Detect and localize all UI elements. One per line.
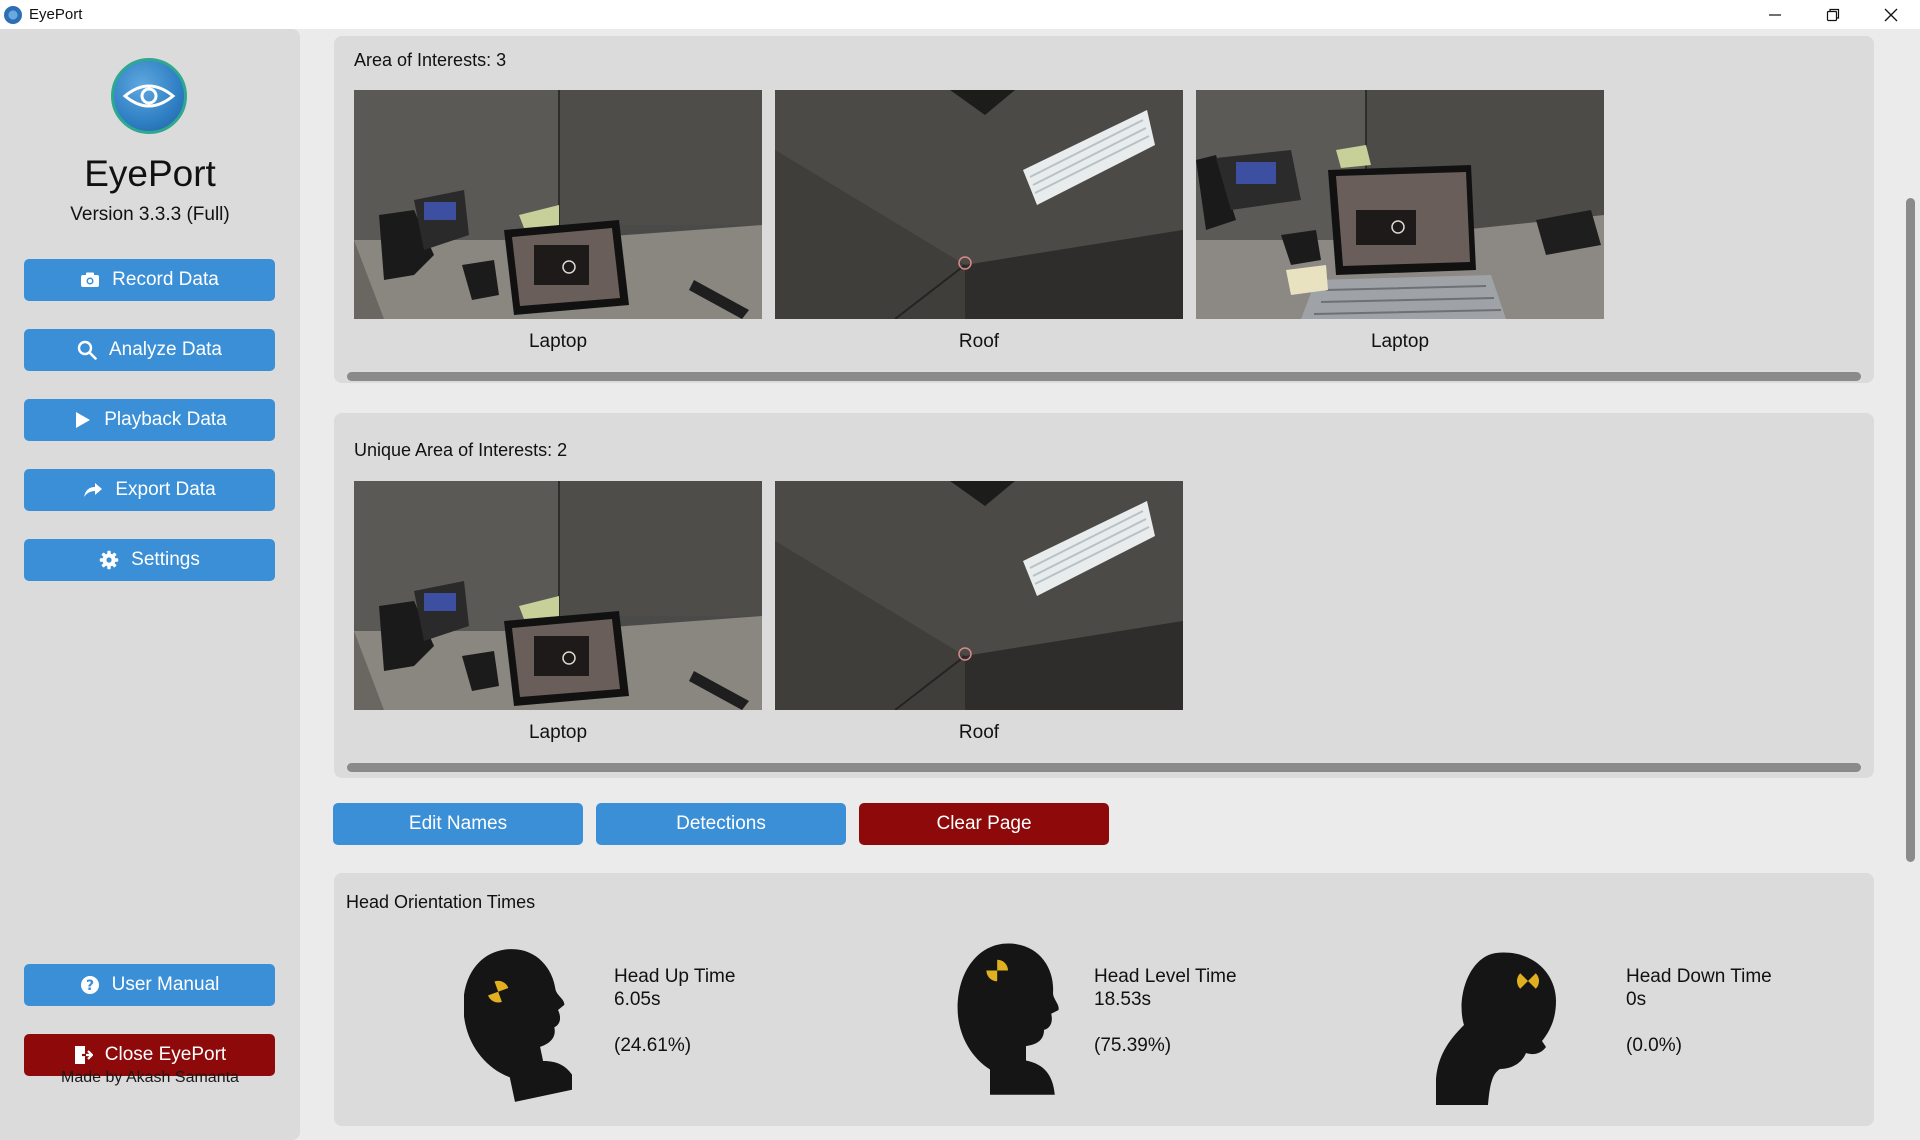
record-data-label: Record Data <box>112 269 219 290</box>
user-manual-button[interactable]: ? User Manual <box>24 964 275 1006</box>
settings-button[interactable]: Settings <box>24 539 275 581</box>
aoi-label: Laptop <box>528 331 588 352</box>
head-down-time: 0s <box>1626 989 1647 1010</box>
unique-aoi-image <box>354 481 762 710</box>
help-icon: ? <box>80 976 99 994</box>
head-up-percent: (24.61%) <box>614 1035 692 1056</box>
close-eyeport-label: Close EyePort <box>104 1044 227 1065</box>
window-title: EyePort <box>29 6 83 23</box>
camera-icon <box>81 272 100 287</box>
unique-aoi-thumbnail[interactable] <box>775 481 1183 710</box>
app-icon <box>4 5 22 24</box>
aoi-panel: Area of Interests: 3 Laptop Roof Laptop <box>334 36 1874 383</box>
head-orientation-title: Head Orientation Times <box>346 892 536 912</box>
unique-aoi-label: Laptop <box>528 722 588 743</box>
head-level-percent: (75.39%) <box>1094 1035 1172 1056</box>
head-level-icon <box>957 943 1059 1095</box>
head-down-icon <box>1436 952 1556 1105</box>
export-data-label: Export Data <box>115 479 216 500</box>
clear-page-button[interactable]: Clear Page <box>859 803 1109 845</box>
svg-text:?: ? <box>86 978 94 994</box>
aoi-label: Roof <box>958 331 1000 352</box>
aoi-image <box>775 90 1183 319</box>
unique-aoi-horizontal-scrollbar[interactable] <box>347 763 1861 772</box>
export-data-button[interactable]: Export Data <box>24 469 275 511</box>
gear-icon <box>99 550 119 570</box>
eye-logo-icon <box>111 58 187 134</box>
head-down-label: Head Down Time <box>1626 966 1772 987</box>
head-up-label: Head Up Time <box>614 966 736 987</box>
unique-aoi-title: Unique Area of Interests: 2 <box>354 440 568 460</box>
aoi-label: Laptop <box>1370 331 1430 352</box>
unique-aoi-label: Roof <box>958 722 1000 743</box>
head-up-icon <box>464 945 572 1105</box>
app-version: Version 3.3.3 (Full) <box>70 204 230 225</box>
analyze-data-label: Analyze Data <box>108 339 222 360</box>
app-name: EyePort <box>84 153 216 194</box>
close-button[interactable] <box>1862 0 1920 29</box>
search-icon <box>77 340 97 360</box>
main-vertical-scrollbar[interactable] <box>1906 198 1915 862</box>
head-down-percent: (0.0%) <box>1626 1035 1682 1056</box>
aoi-thumbnail[interactable] <box>354 90 762 319</box>
head-orientation-panel: Head Orientation Times Head Up Time 6.05… <box>334 873 1874 1126</box>
minimize-button[interactable] <box>1746 0 1804 29</box>
unique-aoi-image <box>775 481 1183 710</box>
unique-aoi-thumbnail[interactable] <box>354 481 762 710</box>
head-level-time: 18.53s <box>1094 989 1152 1010</box>
close-icon <box>1884 8 1898 21</box>
window-controls <box>1746 0 1920 29</box>
sidebar: EyePort Version 3.3.3 (Full) Record Data… <box>0 29 300 1140</box>
record-data-button[interactable]: Record Data <box>24 259 275 301</box>
exit-icon <box>74 1046 93 1064</box>
head-up-time: 6.05s <box>614 989 661 1010</box>
settings-label: Settings <box>131 549 200 570</box>
aoi-horizontal-scrollbar[interactable] <box>347 372 1861 381</box>
aoi-image <box>1196 90 1604 319</box>
head-level-label: Head Level Time <box>1094 966 1237 987</box>
aoi-title: Area of Interests: 3 <box>354 50 507 70</box>
edit-names-button[interactable]: Edit Names <box>333 803 583 845</box>
detections-button[interactable]: Detections <box>596 803 846 845</box>
playback-data-label: Playback Data <box>104 409 227 430</box>
minimize-icon <box>1769 13 1781 16</box>
user-manual-label: User Manual <box>111 974 220 995</box>
aoi-image <box>354 90 762 319</box>
title-bar: EyePort <box>0 0 1920 29</box>
aoi-thumbnail[interactable] <box>775 90 1183 319</box>
playback-data-button[interactable]: Playback Data <box>24 399 275 441</box>
unique-aoi-panel: Unique Area of Interests: 2 Laptop Roof <box>334 413 1874 778</box>
share-icon <box>84 483 103 497</box>
play-icon <box>76 412 91 428</box>
analyze-data-button[interactable]: Analyze Data <box>24 329 275 371</box>
aoi-thumbnail[interactable] <box>1196 90 1604 319</box>
restore-button[interactable] <box>1804 0 1862 29</box>
restore-icon <box>1826 8 1840 21</box>
credit-text: Made by Akash Samanta <box>61 1069 239 1086</box>
eye-icon <box>122 84 176 108</box>
